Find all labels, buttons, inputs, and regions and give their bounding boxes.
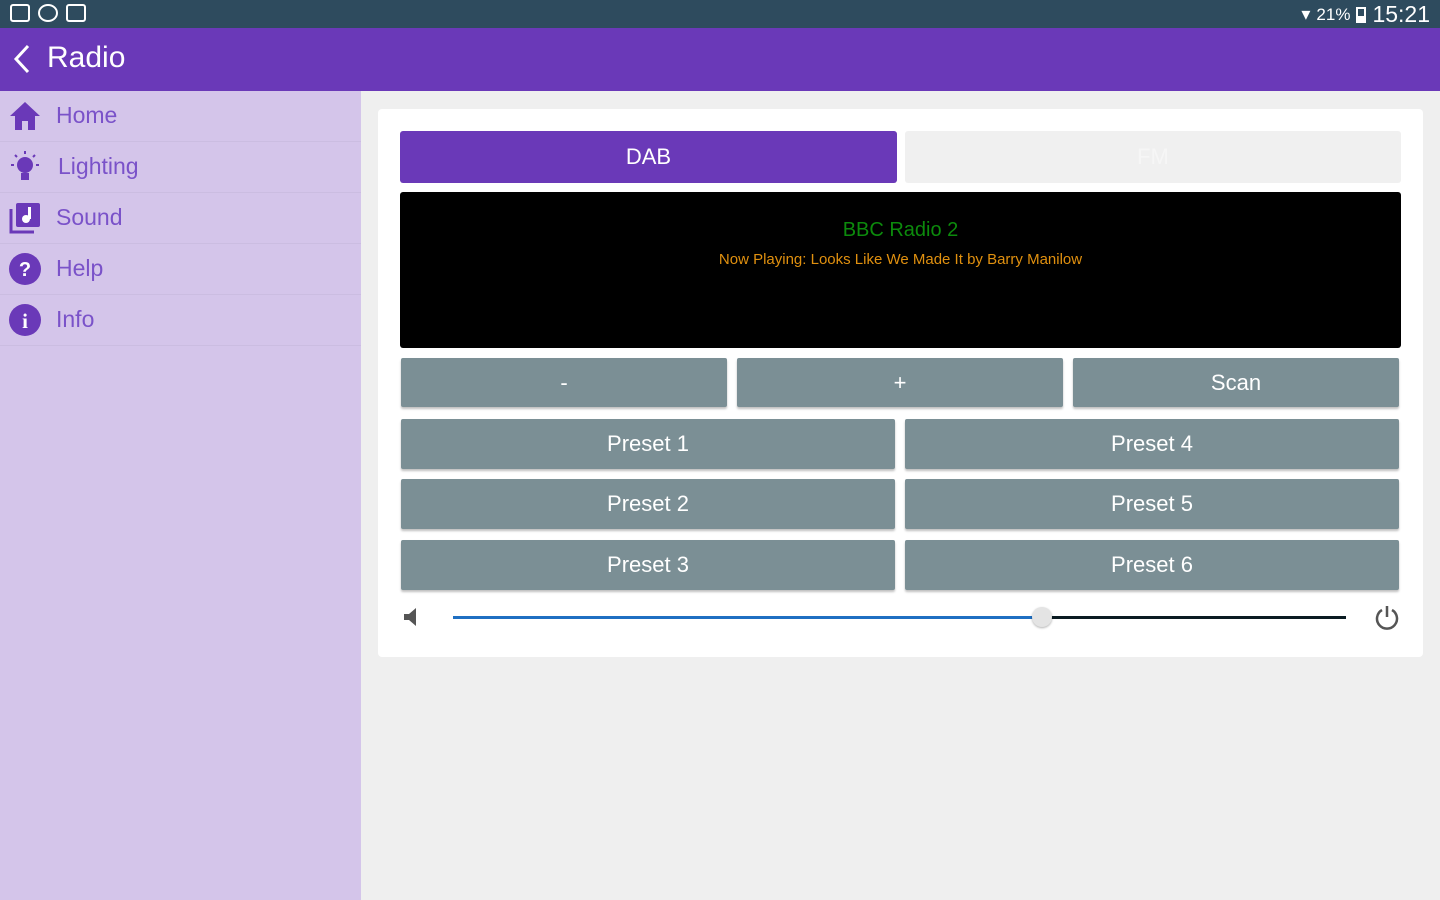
battery-percentage: 21% [1316,4,1351,24]
app-bar: Radio [0,28,1440,91]
preset-2-button[interactable]: Preset 2 [401,479,895,529]
tune-up-button[interactable]: + [737,358,1063,407]
chrome-notification-icon [38,4,58,22]
volume-slider-fill [453,616,1043,619]
sidebar-item-info[interactable]: i Info [0,295,361,346]
sidebar-item-label: Lighting [58,153,139,179]
clock: 15:21 [1372,1,1430,27]
tab-fm[interactable]: FM [905,131,1401,183]
wifi-icon: ▾ [1301,4,1311,24]
gallery-notification-icon [10,4,30,22]
sidebar-item-sound[interactable]: Sound [0,193,361,244]
preset-5-button[interactable]: Preset 5 [905,479,1399,529]
lightbulb-icon [11,151,39,180]
volume-slider[interactable] [453,607,1346,627]
status-bar: ▾ 21% 15:21 [0,0,1440,28]
notification-icons [10,4,86,22]
sidebar-item-home[interactable]: Home [0,91,361,142]
page-title: Radio [47,41,126,74]
tune-down-button[interactable]: - [401,358,727,407]
now-playing-text: Now Playing: Looks Like We Made It by Ba… [718,251,1083,268]
sidebar-item-help[interactable]: ? Help [0,244,361,295]
preset-4-button[interactable]: Preset 4 [905,419,1399,469]
sidebar-item-label: Home [56,102,118,128]
preset-1-button[interactable]: Preset 1 [401,419,895,469]
volume-icon[interactable] [402,606,422,628]
info-icon: i [9,304,41,336]
scan-button[interactable]: Scan [1073,358,1399,407]
sidebar-item-label: Sound [56,204,123,230]
sidebar: Home Lighting Sound ? Help i Info [0,91,361,900]
radio-display: BBC Radio 2 Now Playing: Looks Like We M… [400,192,1401,348]
music-library-icon [9,203,40,234]
svg-text:?: ? [19,259,31,281]
radio-card: DAB FM BBC Radio 2 Now Playing: Looks Li… [378,109,1423,657]
sidebar-item-label: Info [56,306,95,332]
home-icon [10,102,40,130]
svg-text:i: i [22,309,28,333]
preset-3-button[interactable]: Preset 3 [401,540,895,590]
station-name: BBC Radio 2 [842,219,959,241]
power-icon[interactable] [1374,604,1400,630]
app-notification-icon [66,4,86,22]
volume-slider-thumb[interactable] [1032,607,1053,627]
battery-icon [1356,6,1367,23]
back-arrow-icon[interactable] [10,42,38,76]
sidebar-item-label: Help [56,255,104,281]
status-indicators: ▾ 21% 15:21 [1301,1,1430,28]
help-icon: ? [9,253,41,285]
preset-6-button[interactable]: Preset 6 [905,540,1399,590]
sidebar-item-lighting[interactable]: Lighting [0,142,361,193]
tab-dab[interactable]: DAB [400,131,897,183]
